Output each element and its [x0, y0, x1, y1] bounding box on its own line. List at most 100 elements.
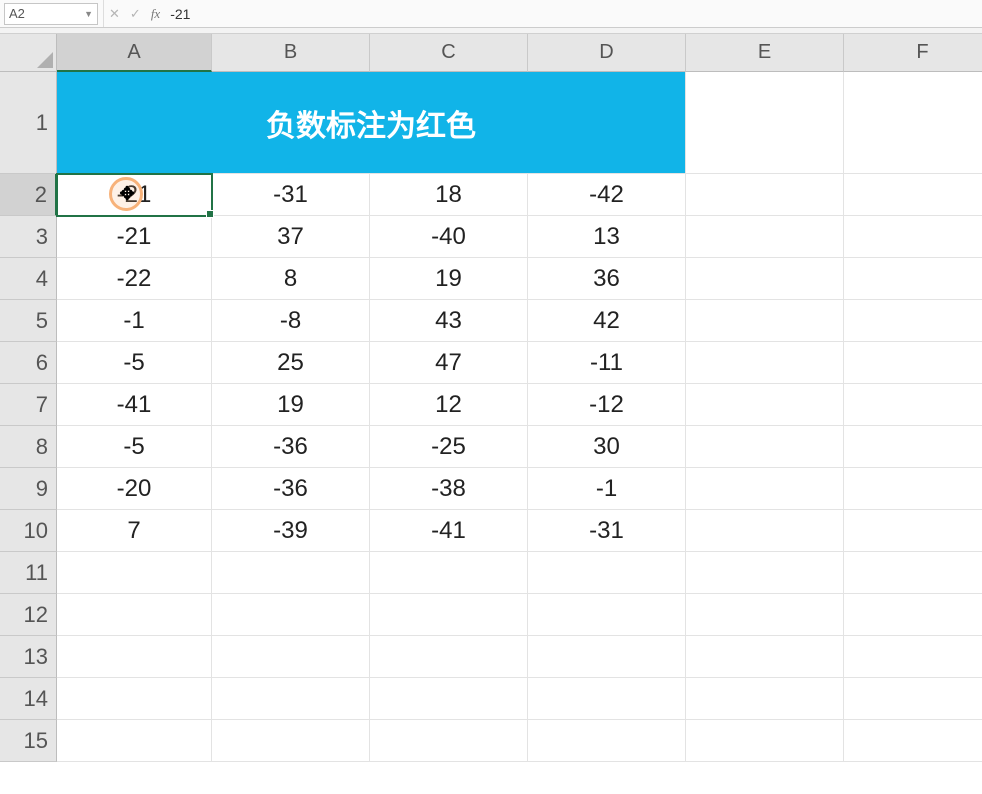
cell-C8[interactable]: -25 [370, 426, 528, 468]
row-header-4[interactable]: 4 [0, 258, 57, 300]
fx-icon[interactable]: fx [151, 6, 160, 22]
row-header-11[interactable]: 11 [0, 552, 57, 594]
cell-F8[interactable] [844, 426, 982, 468]
cell-A2[interactable]: -21 [57, 174, 212, 216]
name-box[interactable]: A2 ▼ [4, 3, 98, 25]
cell-F5[interactable] [844, 300, 982, 342]
cell-B13[interactable] [212, 636, 370, 678]
cell-B7[interactable]: 19 [212, 384, 370, 426]
cell-E10[interactable] [686, 510, 844, 552]
cell-B14[interactable] [212, 678, 370, 720]
row-header-10[interactable]: 10 [0, 510, 57, 552]
cell-D2[interactable]: -42 [528, 174, 686, 216]
cell-A10[interactable]: 7 [57, 510, 212, 552]
cell-D4[interactable]: 36 [528, 258, 686, 300]
formula-input[interactable] [160, 6, 982, 22]
cell-A15[interactable] [57, 720, 212, 762]
cell-E7[interactable] [686, 384, 844, 426]
cell-E15[interactable] [686, 720, 844, 762]
cell-E3[interactable] [686, 216, 844, 258]
cell-F10[interactable] [844, 510, 982, 552]
cell-F1[interactable] [844, 72, 982, 174]
row-header-2[interactable]: 2 [0, 174, 57, 216]
cell-D5[interactable]: 42 [528, 300, 686, 342]
cell-E13[interactable] [686, 636, 844, 678]
row-header-13[interactable]: 13 [0, 636, 57, 678]
cell-C11[interactable] [370, 552, 528, 594]
column-header-F[interactable]: F [844, 34, 982, 72]
cell-C15[interactable] [370, 720, 528, 762]
cell-B15[interactable] [212, 720, 370, 762]
cell-C13[interactable] [370, 636, 528, 678]
row-header-3[interactable]: 3 [0, 216, 57, 258]
column-header-E[interactable]: E [686, 34, 844, 72]
cell-A13[interactable] [57, 636, 212, 678]
cell-E9[interactable] [686, 468, 844, 510]
cell-E6[interactable] [686, 342, 844, 384]
cell-F7[interactable] [844, 384, 982, 426]
cell-D6[interactable]: -11 [528, 342, 686, 384]
cell-A3[interactable]: -21 [57, 216, 212, 258]
row-header-5[interactable]: 5 [0, 300, 57, 342]
cell-D9[interactable]: -1 [528, 468, 686, 510]
cell-A14[interactable] [57, 678, 212, 720]
cell-B6[interactable]: 25 [212, 342, 370, 384]
cell-D8[interactable]: 30 [528, 426, 686, 468]
cell-A6[interactable]: -5 [57, 342, 212, 384]
cell-F13[interactable] [844, 636, 982, 678]
cell-B12[interactable] [212, 594, 370, 636]
cell-A12[interactable] [57, 594, 212, 636]
cell-E11[interactable] [686, 552, 844, 594]
cell-D10[interactable]: -31 [528, 510, 686, 552]
cell-B9[interactable]: -36 [212, 468, 370, 510]
cell-D7[interactable]: -12 [528, 384, 686, 426]
column-header-A[interactable]: A [57, 34, 212, 72]
cell-F3[interactable] [844, 216, 982, 258]
cell-A4[interactable]: -22 [57, 258, 212, 300]
cell-F11[interactable] [844, 552, 982, 594]
cell-C6[interactable]: 47 [370, 342, 528, 384]
cell-E1[interactable] [686, 72, 844, 174]
cell-C9[interactable]: -38 [370, 468, 528, 510]
cell-B2[interactable]: -31 [212, 174, 370, 216]
cell-D11[interactable] [528, 552, 686, 594]
cell-F2[interactable] [844, 174, 982, 216]
cell-F9[interactable] [844, 468, 982, 510]
merged-header-cell[interactable]: 负数标注为红色 [57, 72, 686, 174]
cell-B8[interactable]: -36 [212, 426, 370, 468]
cell-D15[interactable] [528, 720, 686, 762]
row-header-8[interactable]: 8 [0, 426, 57, 468]
row-header-7[interactable]: 7 [0, 384, 57, 426]
cell-F12[interactable] [844, 594, 982, 636]
row-header-14[interactable]: 14 [0, 678, 57, 720]
cell-F4[interactable] [844, 258, 982, 300]
cell-B5[interactable]: -8 [212, 300, 370, 342]
cell-E12[interactable] [686, 594, 844, 636]
cell-D14[interactable] [528, 678, 686, 720]
cell-C2[interactable]: 18 [370, 174, 528, 216]
row-header-1[interactable]: 1 [0, 72, 57, 174]
row-header-9[interactable]: 9 [0, 468, 57, 510]
cell-E2[interactable] [686, 174, 844, 216]
cell-E5[interactable] [686, 300, 844, 342]
cell-C3[interactable]: -40 [370, 216, 528, 258]
cell-A7[interactable]: -41 [57, 384, 212, 426]
cell-C12[interactable] [370, 594, 528, 636]
cell-E8[interactable] [686, 426, 844, 468]
cell-C14[interactable] [370, 678, 528, 720]
cell-F15[interactable] [844, 720, 982, 762]
cell-E14[interactable] [686, 678, 844, 720]
cell-E4[interactable] [686, 258, 844, 300]
cell-C7[interactable]: 12 [370, 384, 528, 426]
column-header-B[interactable]: B [212, 34, 370, 72]
column-header-D[interactable]: D [528, 34, 686, 72]
confirm-icon[interactable]: ✓ [130, 6, 141, 22]
cell-B4[interactable]: 8 [212, 258, 370, 300]
column-header-C[interactable]: C [370, 34, 528, 72]
row-header-15[interactable]: 15 [0, 720, 57, 762]
cell-A11[interactable] [57, 552, 212, 594]
cancel-icon[interactable]: ✕ [109, 6, 120, 22]
cell-D12[interactable] [528, 594, 686, 636]
cell-C5[interactable]: 43 [370, 300, 528, 342]
cell-A8[interactable]: -5 [57, 426, 212, 468]
